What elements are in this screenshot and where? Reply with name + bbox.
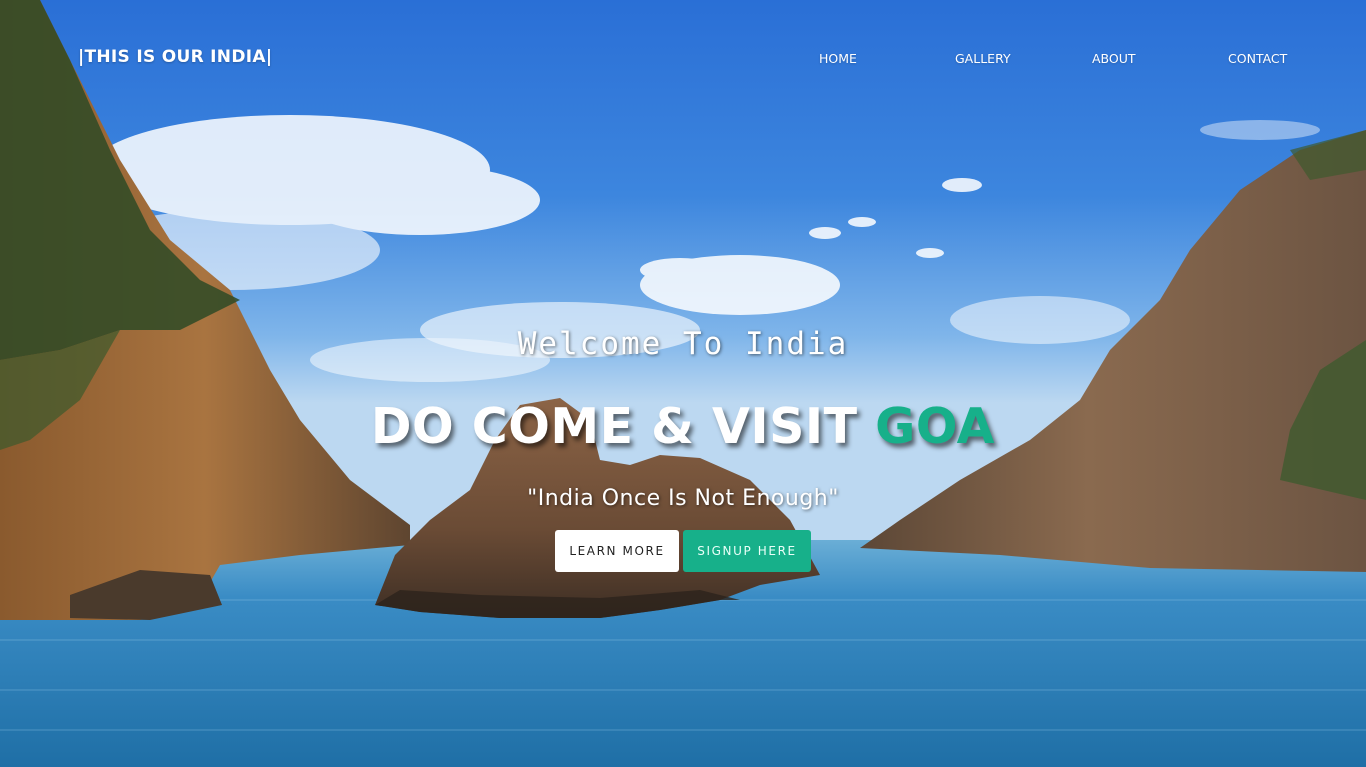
- learn-more-button[interactable]: LEARN MORE: [555, 530, 679, 572]
- headline-main-text: DO COME & VISIT: [370, 398, 876, 455]
- top-navbar: |THIS IS OUR INDIA| HOME GALLERY ABOUT C…: [0, 0, 1366, 116]
- nav-contact-link[interactable]: CONTACT: [1228, 51, 1287, 66]
- nav-home-link[interactable]: HOME: [819, 51, 857, 66]
- signup-button[interactable]: SIGNUP HERE: [683, 530, 811, 572]
- brand-logo[interactable]: |THIS IS OUR INDIA|: [78, 47, 272, 67]
- hero-section: |THIS IS OUR INDIA| HOME GALLERY ABOUT C…: [0, 0, 1366, 767]
- hero-headline: DO COME & VISIT GOA: [0, 398, 1366, 455]
- nav-about-link[interactable]: ABOUT: [1092, 51, 1136, 66]
- welcome-heading: Welcome To India: [517, 326, 849, 362]
- nav-gallery-link[interactable]: GALLERY: [955, 51, 1011, 66]
- hero-tagline: "India Once Is Not Enough": [527, 486, 839, 511]
- headline-accent-text: GOA: [875, 398, 996, 455]
